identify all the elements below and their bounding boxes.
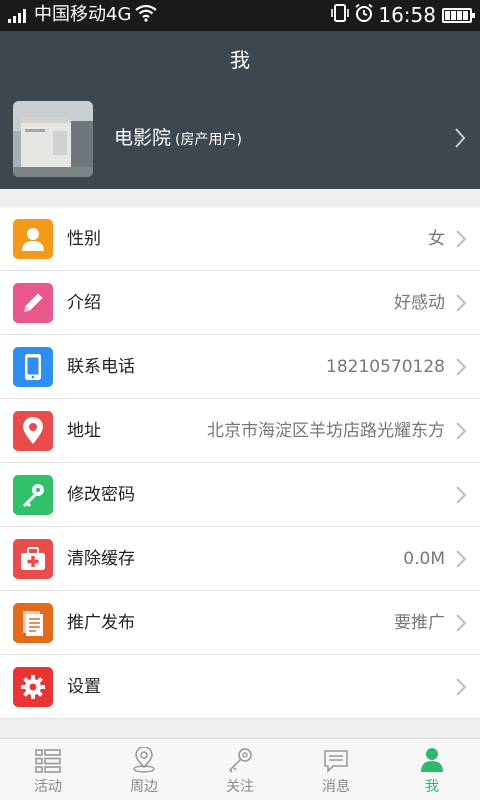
- tab-label: 关注: [226, 779, 254, 795]
- gear-icon: [13, 667, 53, 707]
- settings-item-label: 性别: [67, 229, 101, 249]
- pencil-icon: [13, 283, 53, 323]
- tab-label: 周边: [130, 779, 158, 795]
- profile-role: (房产用户): [175, 132, 242, 148]
- avatar[interactable]: [13, 101, 93, 177]
- settings-item-settings[interactable]: 设置: [0, 655, 480, 719]
- tab-messages[interactable]: 消息: [288, 739, 384, 800]
- clock: 16:58: [378, 3, 436, 27]
- carrier-label: 中国移动4G: [34, 4, 132, 25]
- mobile-phone-icon: [13, 347, 53, 387]
- page-title: 我: [230, 48, 250, 72]
- chevron-right-icon: [455, 421, 467, 445]
- key-outline-icon: [227, 747, 253, 777]
- profile-card[interactable]: 电影院 (房产用户): [0, 89, 480, 189]
- chevron-right-icon: [455, 485, 467, 509]
- settings-item-label: 地址: [67, 421, 101, 441]
- settings-item-value: 好感动: [394, 293, 445, 313]
- settings-item-phone[interactable]: 联系电话 18210570128: [0, 335, 480, 399]
- page-header: 我: [0, 31, 480, 89]
- tab-label: 活动: [34, 779, 62, 795]
- signal-icon: [8, 7, 28, 23]
- status-bar: 中国移动4G 16:58: [0, 0, 480, 31]
- settings-item-address[interactable]: 地址 北京市海淀区羊坊店路光耀东方: [0, 399, 480, 463]
- tab-activity[interactable]: 活动: [0, 739, 96, 800]
- location-pin-icon: [13, 411, 53, 451]
- settings-item-value: 北京市海淀区羊坊店路光耀东方: [207, 421, 445, 441]
- settings-item-label: 介绍: [67, 293, 101, 313]
- settings-item-promote[interactable]: 推广发布 要推广: [0, 591, 480, 655]
- chevron-right-icon: [455, 549, 467, 573]
- settings-item-label: 联系电话: [67, 357, 135, 377]
- settings-item-label: 清除缓存: [67, 549, 135, 569]
- alarm-icon: [354, 3, 374, 27]
- list-grid-icon: [35, 749, 61, 777]
- settings-item-value: 要推广: [394, 613, 445, 633]
- settings-list: 性别 女 介绍 好感动 联系电话 18210570128 地址 北京市海淀区羊坊…: [0, 207, 480, 719]
- first-aid-kit-icon: [13, 539, 53, 579]
- person-icon: [420, 747, 444, 777]
- tab-label: 消息: [322, 779, 350, 795]
- document-icon: [13, 603, 53, 643]
- tab-follow[interactable]: 关注: [192, 739, 288, 800]
- profile-name: 电影院: [114, 127, 172, 149]
- settings-item-value: 0.0M: [403, 549, 445, 569]
- person-icon: [13, 219, 53, 259]
- settings-item-label: 修改密码: [67, 485, 135, 505]
- battery-icon: [442, 7, 475, 23]
- settings-item-gender[interactable]: 性别 女: [0, 207, 480, 271]
- message-icon: [323, 749, 349, 777]
- chevron-right-icon: [454, 127, 466, 153]
- tab-me[interactable]: 我: [384, 739, 480, 800]
- wifi-icon: [135, 4, 158, 26]
- chevron-right-icon: [455, 677, 467, 701]
- settings-item-label: 推广发布: [67, 613, 135, 633]
- profile-name-line: 电影院 (房产用户): [114, 126, 242, 152]
- settings-item-value: 女: [428, 229, 445, 249]
- settings-item-label: 设置: [67, 677, 101, 697]
- chevron-right-icon: [455, 293, 467, 317]
- chevron-right-icon: [455, 613, 467, 637]
- settings-item-value: 18210570128: [326, 357, 445, 377]
- bottom-tab-bar: 活动 周边 关注 消息 我: [0, 738, 480, 800]
- key-icon: [13, 475, 53, 515]
- map-pin-icon: [132, 746, 156, 777]
- tab-nearby[interactable]: 周边: [96, 739, 192, 800]
- settings-item-intro[interactable]: 介绍 好感动: [0, 271, 480, 335]
- chevron-right-icon: [455, 357, 467, 381]
- vibrate-icon: [330, 3, 350, 27]
- settings-item-change-password[interactable]: 修改密码: [0, 463, 480, 527]
- chevron-right-icon: [455, 229, 467, 253]
- tab-label: 我: [425, 779, 439, 795]
- settings-item-clear-cache[interactable]: 清除缓存 0.0M: [0, 527, 480, 591]
